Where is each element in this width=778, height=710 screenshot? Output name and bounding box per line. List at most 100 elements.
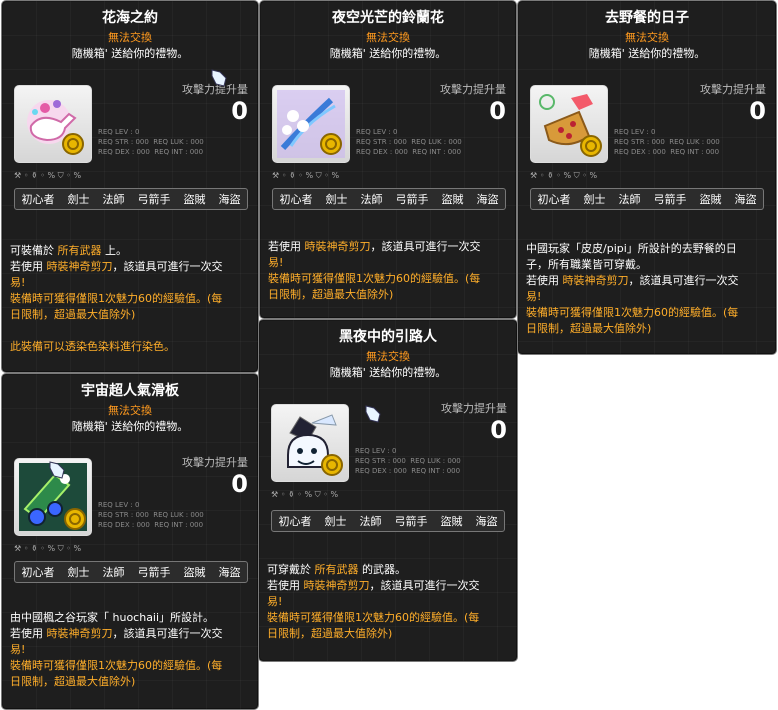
job-pirate: 海盜 bbox=[476, 193, 499, 206]
description-line: 日限制，超過最大值除外) bbox=[268, 287, 510, 303]
percent-label-2: % bbox=[73, 544, 82, 553]
description-text: 可裝備於 bbox=[10, 244, 58, 257]
job-list: 初心者 劍士 法師 弓箭手 盜賊 海盜 bbox=[271, 510, 505, 532]
highlight-text: 易! bbox=[268, 256, 284, 269]
req-str-value: 000 bbox=[135, 511, 149, 519]
job-thief: 盜賊 bbox=[441, 193, 464, 206]
req-str-label: REQ STR : bbox=[356, 138, 392, 146]
item-icon-frame bbox=[272, 85, 350, 163]
requirements: REQ LEV : 0 REQ STR : 000 REQ LUK : 000 … bbox=[355, 446, 461, 476]
req-lev-label: REQ LEV : bbox=[356, 128, 391, 136]
req-int-value: 000 bbox=[189, 148, 204, 156]
item-icon bbox=[27, 100, 84, 155]
attack-increase-value: 0 bbox=[749, 97, 766, 125]
job-pirate: 海盜 bbox=[475, 515, 498, 528]
job-pirate: 海盜 bbox=[218, 566, 241, 579]
description-line: 日限制，超過最大值除外) bbox=[10, 307, 252, 323]
highlight-text: 時裝神奇剪刀 bbox=[46, 627, 113, 640]
req-dex-value: 000 bbox=[394, 148, 408, 156]
req-lev-value: 0 bbox=[391, 447, 397, 455]
req-dex-value: 000 bbox=[652, 148, 666, 156]
req-lev-label: REQ LEV : bbox=[98, 501, 133, 509]
attack-increase-value: 0 bbox=[231, 97, 248, 125]
attack-increase-label: 攻擊力提升量 bbox=[182, 456, 248, 469]
description-line: 裝備時可獲得僅限1次魅力60的經驗值。(每 bbox=[526, 305, 770, 321]
highlight-text: 易! bbox=[10, 276, 26, 289]
description-line: 易! bbox=[267, 594, 511, 610]
potion-icon: ⚱ bbox=[288, 171, 296, 180]
job-list: 初心者 劍士 法師 弓箭手 盜賊 海盜 bbox=[530, 188, 764, 210]
highlight-text: 易! bbox=[526, 290, 542, 303]
description-line: 若使用 時裝神奇剪刀，該道具可進行一次交 bbox=[526, 273, 770, 289]
notice-text: 裝備時可獲得僅限1次魅力60的經驗值。(每 bbox=[268, 272, 481, 285]
description-line: 若使用 時裝神奇剪刀，該道具可進行一次交 bbox=[10, 626, 252, 642]
req-luk-value: 000 bbox=[448, 138, 462, 146]
description-text: 可穿戴於 bbox=[267, 563, 315, 576]
req-int-label: REQ INT : bbox=[411, 467, 445, 475]
untradable-label: 無法交換 bbox=[366, 350, 410, 363]
req-luk-value: 000 bbox=[190, 511, 204, 519]
job-list: 初心者 劍士 法師 弓箭手 盜賊 海盜 bbox=[272, 188, 506, 210]
notice-text: 日限制，超過最大值除外) bbox=[268, 288, 394, 301]
job-beginner: 初心者 bbox=[21, 566, 55, 579]
req-dex-label: REQ DEX : bbox=[98, 521, 135, 529]
item-source-text: 隨機箱' 送給你的禮物。 bbox=[71, 47, 189, 60]
req-str-label: REQ STR : bbox=[355, 457, 391, 465]
item-name: 花海之約 bbox=[102, 10, 158, 26]
req-int-value: 000 bbox=[447, 148, 462, 156]
job-bowman: 弓箭手 bbox=[395, 193, 429, 206]
description-text: 子，所有職業皆可穿戴。 bbox=[526, 258, 647, 271]
shield-icon: ⛉ bbox=[57, 544, 64, 553]
wrench-icon: ⚒ bbox=[14, 171, 22, 180]
job-list: 初心者 劍士 法師 弓箭手 盜賊 海盜 bbox=[14, 561, 248, 583]
req-luk-value: 000 bbox=[447, 457, 461, 465]
notice-text: 裝備時可獲得僅限1次魅力60的經驗值。(每 bbox=[267, 611, 480, 624]
item-source-text: 隨機箱' 送給你的禮物。 bbox=[588, 47, 706, 60]
req-dex-label: REQ DEX : bbox=[614, 148, 651, 156]
description-line: 中國玩家「皮皮/pipi」所設計的去野餐的日 bbox=[526, 241, 770, 257]
item-description: 由中國楓之谷玩家「 huochaii」所設計。若使用 時裝神奇剪刀，該道具可進行… bbox=[10, 610, 252, 690]
hand-cursor-icon bbox=[365, 405, 381, 423]
description-text: 若使用 bbox=[267, 579, 304, 592]
notice-text: 日限制，超過最大值除外) bbox=[267, 627, 393, 640]
description-text: 若使用 bbox=[268, 240, 305, 253]
item-icon-frame bbox=[530, 85, 608, 163]
shield-icon: ⛉ bbox=[57, 171, 64, 180]
job-warrior: 劍士 bbox=[325, 193, 348, 206]
notice-text: 裝備時可獲得僅限1次魅力60的經驗值。(每 bbox=[526, 306, 739, 319]
requirements: REQ LEV : 0 REQ STR : 000 REQ LUK : 000 … bbox=[356, 127, 462, 157]
item-tooltip-3: 去野餐的日子 無法交換 隨機箱' 送給你的禮物。 攻擊力提升量 0 REQ LE… bbox=[517, 0, 777, 355]
req-luk-label: REQ LUK : bbox=[411, 138, 447, 146]
percent-label-2: % bbox=[330, 490, 339, 499]
req-luk-label: REQ LUK : bbox=[669, 138, 705, 146]
item-description: 中國玩家「皮皮/pipi」所設計的去野餐的日 子，所有職業皆可穿戴。若使用 時裝神… bbox=[526, 241, 770, 337]
item-name: 去野餐的日子 bbox=[605, 10, 689, 26]
req-dex-value: 000 bbox=[136, 521, 150, 529]
job-list: 初心者 劍士 法師 弓箭手 盜賊 海盜 bbox=[14, 188, 248, 210]
attack-increase-label: 攻擊力提升量 bbox=[700, 83, 766, 96]
req-str-label: REQ STR : bbox=[98, 511, 134, 519]
description-text: 由中國楓之谷玩家「 huochaii」所設計。 bbox=[10, 611, 215, 624]
description-line: 此裝備可以透染色染料進行染色。 bbox=[10, 339, 252, 355]
untradable-label: 無法交換 bbox=[625, 31, 669, 44]
description-text: 的武器。 bbox=[358, 563, 406, 576]
req-int-value: 000 bbox=[705, 148, 720, 156]
stat-icons-row: ⚒ ◦ ⚱ ◦ % ⛉ ◦ % bbox=[14, 171, 82, 180]
req-lev-value: 0 bbox=[134, 501, 140, 509]
req-luk-label: REQ LUK : bbox=[153, 138, 189, 146]
description-line: 裝備時可獲得僅限1次魅力60的經驗值。(每 bbox=[10, 291, 252, 307]
req-lev-label: REQ LEV : bbox=[355, 447, 390, 455]
job-warrior: 劍士 bbox=[67, 566, 90, 579]
job-bowman: 弓箭手 bbox=[394, 515, 428, 528]
req-int-value: 000 bbox=[189, 521, 204, 529]
item-source-text: 隨機箱' 送給你的禮物。 bbox=[71, 420, 189, 433]
req-luk-label: REQ LUK : bbox=[410, 457, 446, 465]
description-line: 若使用 時裝神奇剪刀，該道具可進行一次交 bbox=[10, 259, 252, 275]
req-int-value: 000 bbox=[446, 467, 461, 475]
notice-text: 此裝備可以透染色染料進行染色。 bbox=[10, 340, 175, 353]
req-str-label: REQ STR : bbox=[98, 138, 134, 146]
description-text: 若使用 bbox=[10, 627, 47, 640]
description-line: 易! bbox=[10, 275, 252, 291]
item-name: 宇宙超人氣滑板 bbox=[81, 383, 179, 399]
potion-icon: ⚱ bbox=[30, 171, 38, 180]
